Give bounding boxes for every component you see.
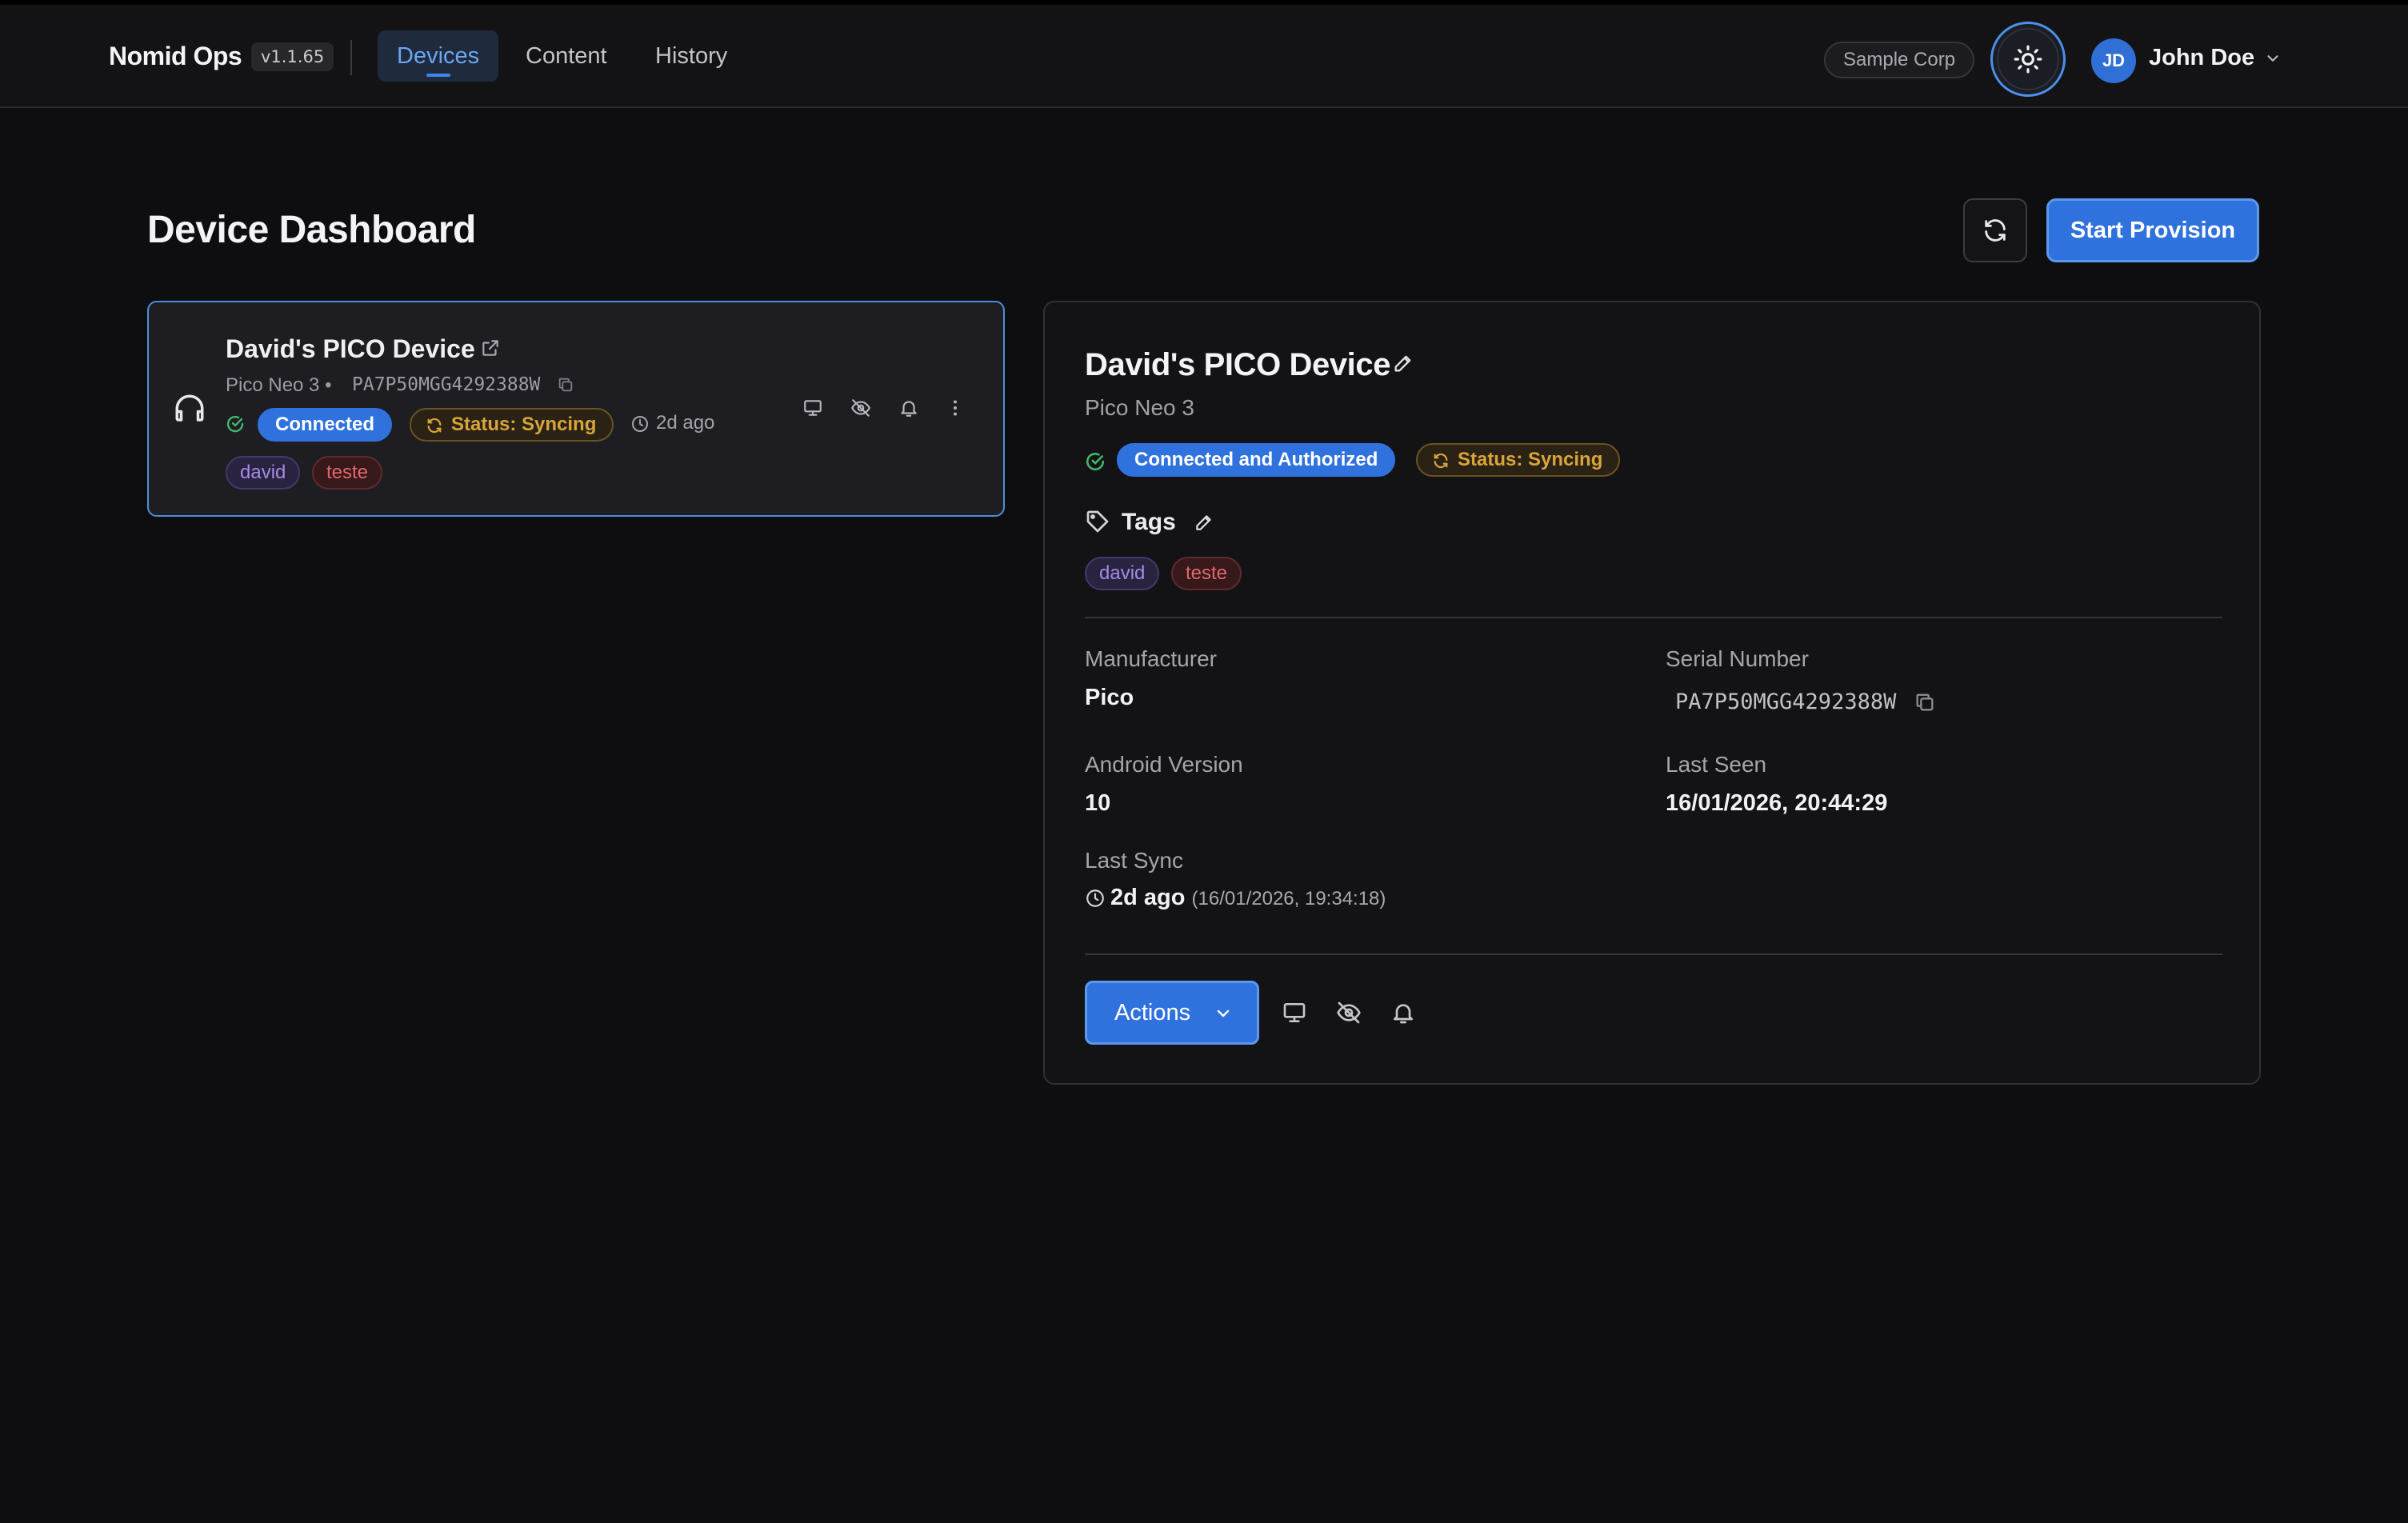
actions-label: Actions	[1114, 1000, 1191, 1025]
more-options-button[interactable]	[939, 392, 971, 424]
serial-value: PA7P50MGG4292388W	[1675, 690, 1897, 714]
detail-device-model: Pico Neo 3	[1085, 395, 1194, 420]
avatar[interactable]: JD	[2091, 38, 2136, 83]
eye-off-icon	[851, 399, 870, 417]
hide-device-button[interactable]	[845, 392, 877, 424]
android-version-label: Android Version	[1085, 752, 1243, 777]
tab-history-label: History	[655, 43, 728, 69]
user-name[interactable]: John Doe	[2149, 45, 2254, 71]
screen-cast-button[interactable]	[1278, 997, 1310, 1029]
device-detail-panel: David's PICO Device Pico Neo 3 Connected…	[1043, 301, 2261, 1085]
manufacturer-label: Manufacturer	[1085, 646, 1217, 671]
last-sync-timestamp: (16/01/2026, 19:34:18)	[1191, 888, 1386, 909]
monitor-icon	[804, 400, 822, 416]
check-circle-icon	[226, 415, 244, 433]
copy-icon[interactable]	[1914, 691, 1936, 714]
last-sync-value: 2d ago (16/01/2026, 19:34:18)	[1110, 885, 1386, 911]
device-serial: PA7P50MGG4292388W	[352, 374, 541, 395]
section-divider	[1085, 953, 2222, 955]
hide-device-button[interactable]	[1333, 997, 1365, 1029]
connection-status-badge: Connected	[258, 408, 393, 442]
clock-icon	[1086, 889, 1104, 907]
last-seen-value: 16/01/2026, 20:44:29	[1666, 790, 1888, 816]
last-seen-relative: 2d ago	[656, 412, 715, 434]
tag-icon	[1086, 510, 1109, 533]
app-brand[interactable]: Nomid Ops	[109, 42, 242, 71]
header-divider	[350, 40, 352, 75]
theme-toggle-button[interactable]	[1990, 22, 2066, 97]
copy-icon[interactable]	[557, 376, 574, 394]
chevron-down-icon[interactable]	[2264, 50, 2282, 67]
check-circle-icon	[1086, 453, 1105, 471]
active-tab-indicator	[426, 74, 450, 77]
edit-name-icon[interactable]	[1392, 352, 1414, 374]
refresh-button[interactable]	[1963, 198, 2027, 262]
version-badge: v1.1.65	[251, 42, 334, 71]
app-header: Nomid Ops v1.1.65 Devices Content Histor…	[0, 5, 2408, 108]
sync-status-label: Status: Syncing	[451, 414, 597, 435]
sync-icon	[1434, 453, 1448, 469]
detail-connection-badge: Connected and Authorized	[1117, 443, 1396, 477]
clock-icon	[632, 416, 648, 432]
eye-off-icon	[1337, 1001, 1361, 1024]
serial-label: Serial Number	[1666, 646, 1809, 671]
organization-badge[interactable]: Sample Corp	[1824, 42, 1975, 78]
actions-dropdown-button[interactable]: Actions	[1085, 981, 1259, 1045]
detail-device-name: David's PICO Device	[1085, 347, 1391, 382]
device-card[interactable]: David's PICO Device Pico Neo 3 • PA7P50M…	[147, 301, 1005, 517]
tab-content[interactable]: Content	[506, 30, 626, 82]
device-name: David's PICO Device	[226, 334, 475, 363]
screen-cast-button[interactable]	[797, 392, 829, 424]
tab-devices-label: Devices	[397, 43, 480, 69]
start-provision-button[interactable]: Start Provision	[2046, 198, 2259, 262]
external-link-icon[interactable]	[480, 338, 501, 358]
page-title: Device Dashboard	[147, 209, 476, 251]
chevron-down-icon	[1217, 1009, 1230, 1017]
refresh-icon	[1985, 219, 2006, 242]
edit-tags-icon[interactable]	[1194, 512, 1214, 533]
monitor-icon	[1283, 1003, 1306, 1022]
android-version-value: 10	[1085, 790, 1111, 816]
tab-content-label: Content	[526, 43, 607, 69]
tab-history[interactable]: History	[636, 30, 746, 82]
tag-david[interactable]: david	[226, 456, 301, 490]
last-sync-relative: 2d ago	[1110, 885, 1186, 910]
tab-devices[interactable]: Devices	[378, 30, 499, 82]
notify-device-button[interactable]	[893, 392, 925, 424]
tag-teste[interactable]: teste	[312, 456, 383, 490]
tags-heading: Tags	[1122, 509, 1176, 535]
detail-tag-teste[interactable]: teste	[1171, 557, 1242, 590]
last-seen-label: Last Seen	[1666, 752, 1767, 777]
more-vertical-icon	[954, 400, 957, 416]
sync-status-badge: Status: Syncing	[410, 408, 614, 442]
headset-icon	[175, 394, 204, 422]
sync-icon	[427, 418, 442, 434]
manufacturer-value: Pico	[1085, 685, 1134, 710]
section-divider	[1085, 617, 2222, 618]
bell-icon	[901, 401, 917, 417]
theme-toggle-ring	[1997, 28, 2059, 90]
notify-device-button[interactable]	[1387, 997, 1419, 1029]
bell-icon	[1394, 1004, 1413, 1024]
device-model: Pico Neo 3 •	[226, 374, 332, 396]
detail-sync-badge: Status: Syncing	[1416, 443, 1621, 477]
detail-tag-david[interactable]: david	[1085, 557, 1160, 590]
detail-sync-label: Status: Syncing	[1458, 449, 1603, 470]
last-sync-label: Last Sync	[1085, 848, 1183, 873]
